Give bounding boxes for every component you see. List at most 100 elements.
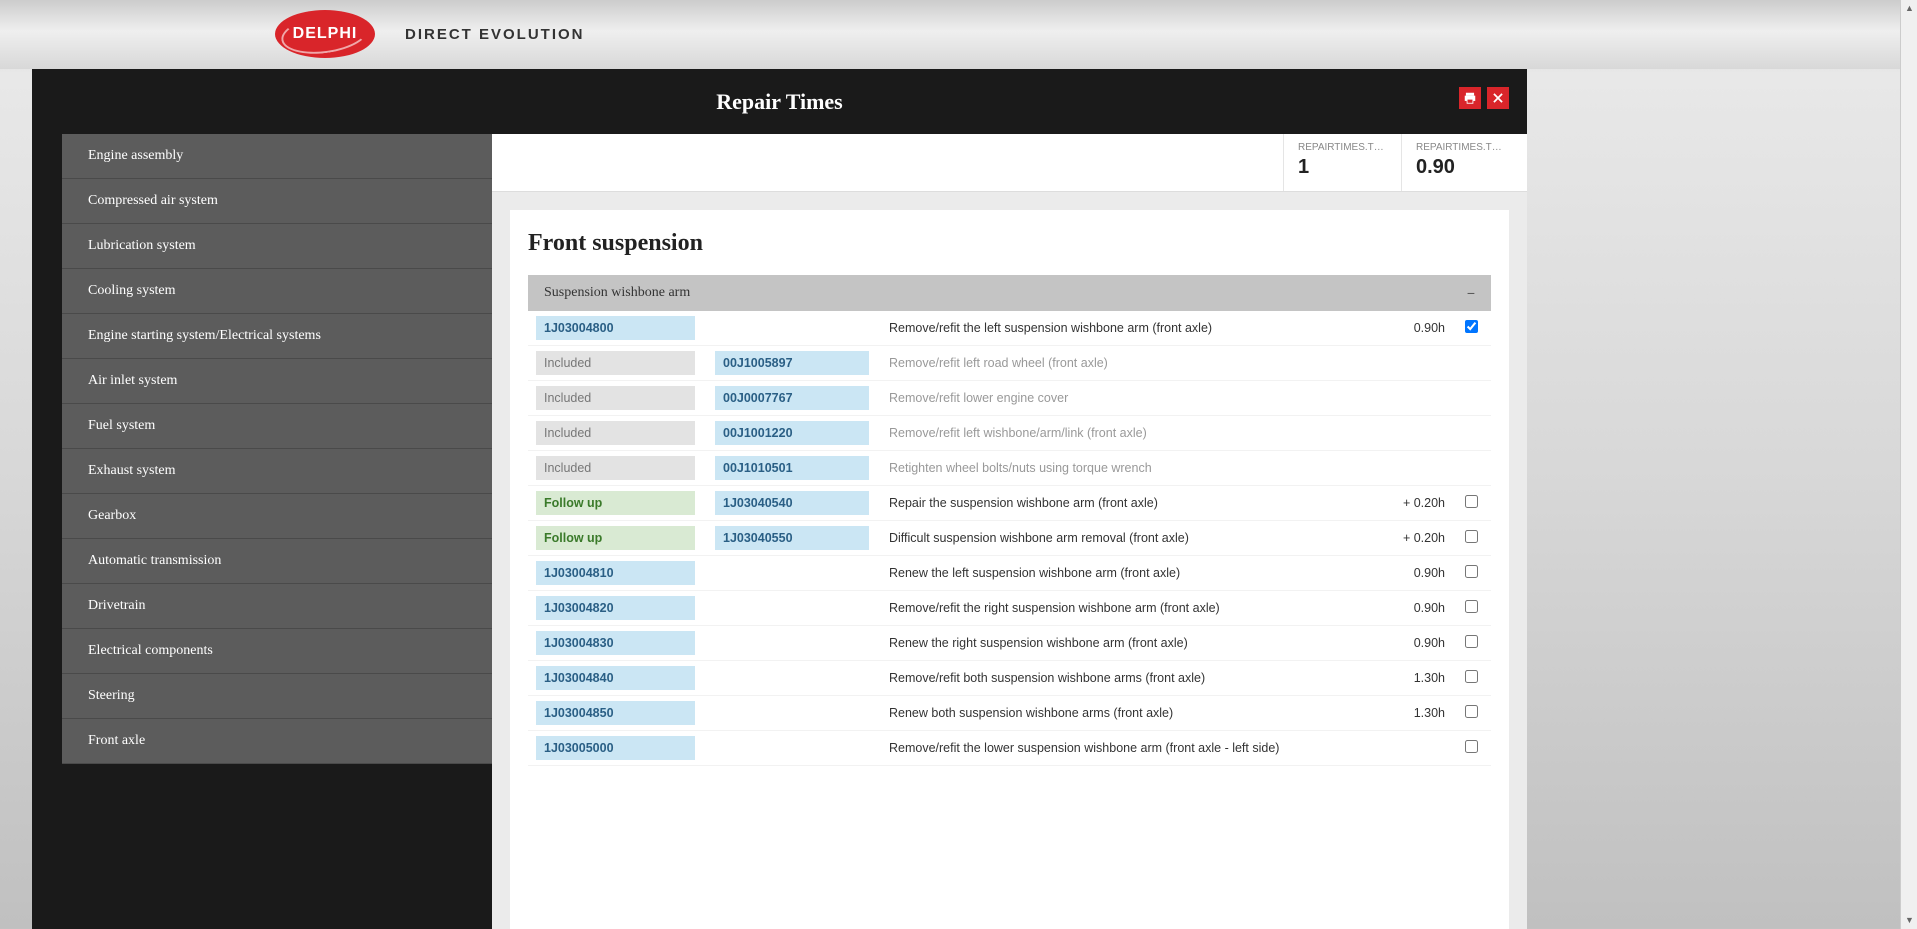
task-checkbox[interactable] [1465,705,1478,718]
task-row: Included00J1001220Remove/refit left wish… [528,416,1491,451]
sidebar-item[interactable]: Lubrication system [62,224,492,269]
task-description: Renew the left suspension wishbone arm (… [881,561,1381,585]
task-description: Remove/refit left road wheel (front axle… [881,351,1381,375]
summary-label: REPAIRTIMES.T… [1298,142,1387,153]
sidebar-item[interactable]: Steering [62,674,492,719]
close-button[interactable] [1487,87,1509,109]
task-description: Retighten wheel bolts/nuts using torque … [881,456,1381,480]
app-window: Repair Times Engine assemblyCompressed a… [32,69,1527,929]
brand-header: DELPHI DIRECT EVOLUTION [0,0,1900,69]
task-checkbox-cell [1451,740,1491,756]
task-code [707,638,877,648]
task-checkbox[interactable] [1465,495,1478,508]
task-code [707,323,877,333]
task-checkbox-cell [1451,600,1491,616]
category-sidebar: Engine assemblyCompressed air systemLubr… [32,134,492,929]
task-tag: 1J03005000 [528,731,703,765]
detail-panel: Front suspension Suspension wishbone arm… [510,210,1509,929]
brand-tagline: DIRECT EVOLUTION [405,26,585,43]
summary-value: 1 [1298,156,1387,179]
sidebar-item[interactable]: Gearbox [62,494,492,539]
sidebar-item[interactable]: Cooling system [62,269,492,314]
task-tag: 1J03004830 [528,626,703,660]
print-button[interactable] [1459,87,1481,109]
task-description: Repair the suspension wishbone arm (fron… [881,491,1381,515]
task-checkbox[interactable] [1465,600,1478,613]
task-row: Follow up1J03040550Difficult suspension … [528,521,1491,556]
sidebar-item[interactable]: Automatic transmission [62,539,492,584]
sidebar-item[interactable]: Front axle [62,719,492,764]
task-checkbox[interactable] [1465,530,1478,543]
task-time: 0.90h [1381,601,1451,615]
task-tag: 1J03004810 [528,556,703,590]
task-row: Follow up1J03040540Repair the suspension… [528,486,1491,521]
task-row: 1J03004810 Renew the left suspension wish… [528,556,1491,591]
page-scrollbar[interactable]: ▲ ▼ [1900,0,1917,929]
task-time: + 0.20h [1381,531,1451,545]
task-code: 00J1005897 [707,346,877,380]
task-checkbox-cell [1451,670,1491,686]
task-code: 1J03040550 [707,521,877,555]
task-code: 00J1001220 [707,416,877,450]
sidebar-item[interactable]: Electrical components [62,629,492,674]
section-title: Front suspension [528,230,1491,257]
task-code [707,673,877,683]
task-tag: Included [528,346,703,380]
task-tag: Follow up [528,486,703,520]
task-checkbox[interactable] [1465,320,1478,333]
title-bar: Repair Times [32,69,1527,134]
scroll-up-arrow[interactable]: ▲ [1901,0,1917,17]
summary-value: 0.90 [1416,156,1505,179]
task-checkbox[interactable] [1465,565,1478,578]
logo-block: DELPHI DIRECT EVOLUTION [275,10,585,58]
sidebar-item[interactable]: Fuel system [62,404,492,449]
sidebar-item[interactable]: Exhaust system [62,449,492,494]
task-checkbox-cell [1451,565,1491,581]
task-code [707,603,877,613]
group-header[interactable]: Suspension wishbone arm − [528,275,1491,311]
task-time: 0.90h [1381,636,1451,650]
task-tag: Included [528,381,703,415]
scroll-down-arrow[interactable]: ▼ [1901,912,1917,929]
task-checkbox[interactable] [1465,740,1478,753]
task-tag: 1J03004800 [528,311,703,345]
task-description: Remove/refit the right suspension wishbo… [881,596,1381,620]
brand-logo: DELPHI [275,10,375,58]
task-row: Included00J1010501Retighten wheel bolts/… [528,451,1491,486]
task-checkbox-cell [1451,495,1491,511]
task-row: 1J03004800Remove/refit the left suspensi… [528,311,1491,346]
task-description: Renew the right suspension wishbone arm … [881,631,1381,655]
collapse-icon: − [1467,285,1475,301]
task-checkbox[interactable] [1465,670,1478,683]
window-title: Repair Times [716,89,843,115]
sidebar-item[interactable]: Compressed air system [62,179,492,224]
task-row: 1J03004850Renew both suspension wishbone… [528,696,1491,731]
task-tag: 1J03004820 [528,591,703,625]
task-checkbox-cell [1451,705,1491,721]
task-description: Renew both suspension wishbone arms (fro… [881,701,1381,725]
print-icon [1463,91,1477,105]
sidebar-item[interactable]: Drivetrain [62,584,492,629]
task-code [707,708,877,718]
task-code: 00J1010501 [707,451,877,485]
task-code: 00J0007767 [707,381,877,415]
task-tag: 1J03004840 [528,661,703,695]
task-row: 1J03005000Remove/refit the lower suspens… [528,731,1491,766]
task-checkbox-cell [1451,320,1491,336]
sidebar-item[interactable]: Engine assembly [62,134,492,179]
task-row: Included00J1005897Remove/refit left road… [528,346,1491,381]
sidebar-item[interactable]: Air inlet system [62,359,492,404]
task-tag: Included [528,416,703,450]
summary-cell: REPAIRTIMES.T… 1 [1283,134,1401,191]
close-icon [1491,91,1505,105]
summary-cell: REPAIRTIMES.T…0.90 [1401,134,1519,191]
task-row: Included00J0007767Remove/refit lower eng… [528,381,1491,416]
task-time: 0.90h [1381,566,1451,580]
task-checkbox-cell [1451,530,1491,546]
task-checkbox-cell [1451,635,1491,651]
task-checkbox[interactable] [1465,635,1478,648]
task-description: Remove/refit left wishbone/arm/link (fro… [881,421,1381,445]
group-title: Suspension wishbone arm [544,285,690,301]
task-description: Difficult suspension wishbone arm remova… [881,526,1381,550]
sidebar-item[interactable]: Engine starting system/Electrical system… [62,314,492,359]
